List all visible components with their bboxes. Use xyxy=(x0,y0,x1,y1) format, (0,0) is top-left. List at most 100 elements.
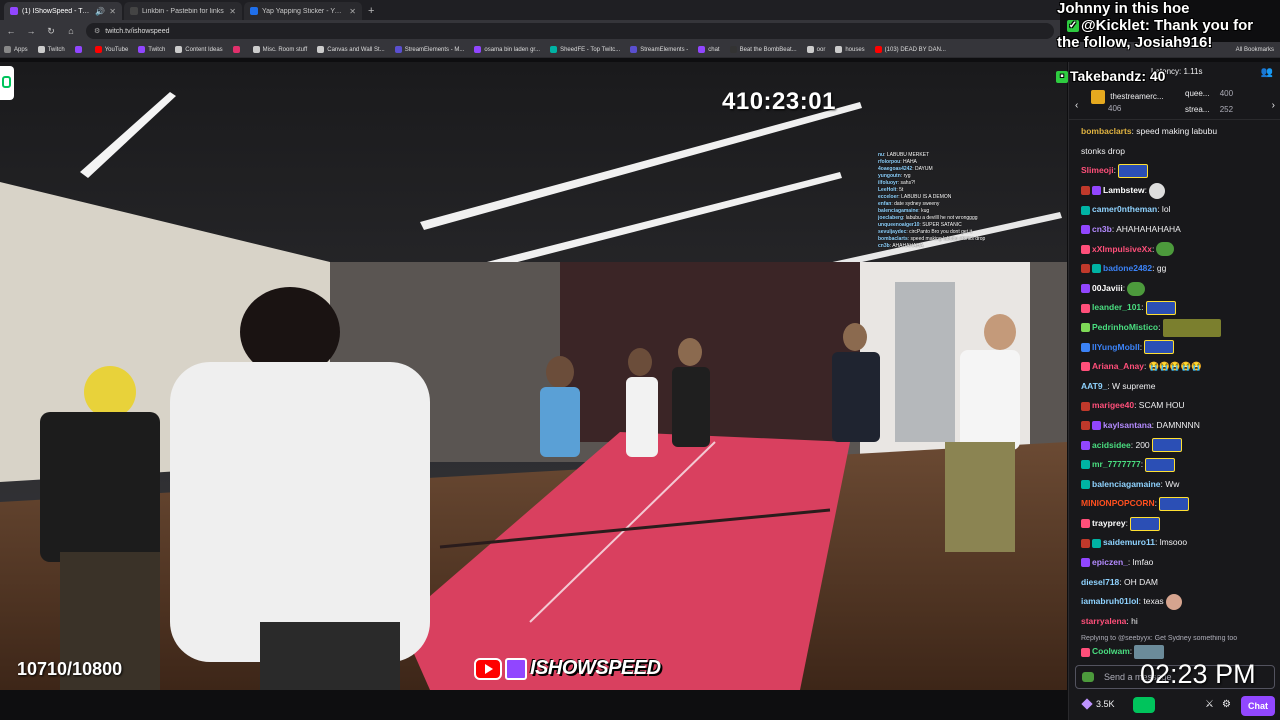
browser-tab-twitch[interactable]: (1) IShowSpeed - Twitch 🔊 ✕ xyxy=(4,2,122,20)
sidebar-expand-button[interactable] xyxy=(0,66,14,100)
user-badge-icon[interactable] xyxy=(1092,421,1101,431)
user-badge-icon[interactable] xyxy=(1081,244,1090,254)
emote-picker-icon[interactable] xyxy=(1082,672,1094,682)
chat-message[interactable]: iamabruh01lol: texas xyxy=(1081,592,1275,612)
user-badge-icon[interactable] xyxy=(1081,647,1090,657)
chevron-left-icon[interactable]: ‹ xyxy=(1075,100,1078,111)
face-emote-icon[interactable] xyxy=(1165,594,1182,610)
bookmark-item[interactable]: chat xyxy=(698,46,720,53)
chat-message[interactable]: mr_7777777: xyxy=(1081,455,1275,475)
chat-username[interactable]: marigee40 xyxy=(1092,400,1134,410)
pepe-emote-icon[interactable] xyxy=(1129,516,1160,531)
new-tab-icon[interactable]: + xyxy=(368,2,374,20)
url-field[interactable]: ⚙ twitch.tv/ishowspeed xyxy=(86,23,1054,39)
chat-username[interactable]: bombaclarts xyxy=(1081,126,1132,136)
browser-tab-yap[interactable]: Yap Yapping Sticker - Yap Yapp ✕ xyxy=(244,2,362,20)
reload-icon[interactable]: ↻ xyxy=(46,26,56,37)
chat-username[interactable]: kaylsantana xyxy=(1103,420,1152,430)
chat-username[interactable]: Slimeoji xyxy=(1081,165,1114,175)
chat-username[interactable]: diesel718 xyxy=(1081,577,1119,587)
pepe-emote-icon[interactable] xyxy=(1117,163,1148,178)
video-player[interactable]: nu: LABUBU MERKET rfolorpou: HAHA 4oaegoas… xyxy=(0,62,1067,690)
chat-message[interactable]: leander_101: xyxy=(1081,298,1275,318)
chat-message[interactable]: acidsidee: 200 xyxy=(1081,436,1275,456)
chat-message[interactable]: starryalena: hi xyxy=(1081,612,1275,632)
chat-username[interactable]: PedrinhoMistico xyxy=(1092,322,1158,332)
user-badge-icon[interactable] xyxy=(1081,264,1090,274)
pepe-emote-icon[interactable] xyxy=(1151,438,1182,453)
bookmark-item[interactable]: Apps xyxy=(4,46,28,53)
chat-username[interactable]: balenciagamaine xyxy=(1092,479,1161,489)
bookmark-item[interactable]: Twitch xyxy=(37,46,65,53)
pepe-emote-icon[interactable] xyxy=(1159,497,1190,512)
chat-message[interactable]: AAT9_: W supreme xyxy=(1081,377,1275,397)
speaker-icon[interactable]: 🔊 xyxy=(95,7,105,16)
user-badge-icon[interactable] xyxy=(1081,284,1090,293)
chat-message[interactable]: balenciagamaine: Ww xyxy=(1081,475,1275,495)
chat-message[interactable]: IIYungMobII: xyxy=(1081,338,1275,358)
user-badge-icon[interactable] xyxy=(1081,401,1090,411)
bookmark-item[interactable]: StreamElements - M... xyxy=(394,46,464,53)
chat-username[interactable]: camer0ntheman xyxy=(1092,204,1157,214)
bookmark-item[interactable]: Misc. Room stuff xyxy=(252,46,307,53)
user-badge-icon[interactable] xyxy=(1081,421,1090,431)
chat-username[interactable]: trayprey xyxy=(1092,518,1126,528)
chat-message[interactable]: MINIONPOPCORN: xyxy=(1081,494,1275,514)
chat-message[interactable]: stonks drop xyxy=(1081,142,1275,162)
forward-icon[interactable]: → xyxy=(26,26,36,36)
chat-message[interactable]: Ariana_Anay: 😭😭😭😭😭 xyxy=(1081,357,1275,377)
chat-message[interactable]: camer0ntheman: lol xyxy=(1081,200,1275,220)
chat-message[interactable]: PedrinhoMistico: xyxy=(1081,318,1275,338)
user-badge-icon[interactable] xyxy=(1081,362,1090,372)
user-badge-icon[interactable] xyxy=(1081,558,1090,568)
user-badge-icon[interactable] xyxy=(1081,479,1090,489)
chat-message[interactable]: cn3b: AHAHAHAHAHA xyxy=(1081,220,1275,240)
chat-username[interactable]: epiczen_ xyxy=(1092,557,1128,567)
bookmark-item[interactable]: houses xyxy=(835,46,865,53)
frog-emote-icon[interactable] xyxy=(1156,242,1175,257)
chat-message[interactable]: bombaclarts: speed making labubu xyxy=(1081,122,1275,142)
chat-message[interactable]: trayprey: xyxy=(1081,514,1275,534)
chat-message-list[interactable]: bombaclarts: speed making labubu stonks d… xyxy=(1069,122,1280,667)
mod-icon[interactable]: ⚔ xyxy=(1205,699,1214,710)
home-icon[interactable]: ⌂ xyxy=(66,26,76,36)
chat-username[interactable]: iamabruh01lol xyxy=(1081,596,1139,606)
chat-message[interactable]: xXImpulsiveXx: xyxy=(1081,240,1275,260)
chat-username[interactable]: badone2482 xyxy=(1103,263,1152,273)
chat-message[interactable]: marigee40: SCAM HOU xyxy=(1081,396,1275,416)
settings-icon[interactable]: ⚙ xyxy=(1222,699,1231,710)
bookmark-item[interactable] xyxy=(232,46,243,53)
pepe-emote-icon[interactable] xyxy=(1145,301,1176,316)
bookmark-item[interactable]: Canvas and Wall St... xyxy=(317,46,385,53)
user-badge-icon[interactable] xyxy=(1081,342,1090,352)
chat-username[interactable]: 00Javiii xyxy=(1092,283,1123,293)
chat-username[interactable]: cn3b xyxy=(1092,224,1112,234)
close-tab-icon[interactable]: ✕ xyxy=(229,7,236,16)
bookmark-item[interactable]: StreamElements - xyxy=(630,46,688,53)
user-badge-icon[interactable] xyxy=(1081,519,1090,529)
gift-button[interactable] xyxy=(1133,697,1155,713)
bookmark-item[interactable]: YouTube xyxy=(94,46,128,53)
user-badge-icon[interactable] xyxy=(1081,440,1090,450)
user-badge-icon[interactable] xyxy=(1081,186,1090,196)
user-badge-icon[interactable] xyxy=(1092,538,1101,548)
chat-username[interactable]: AAT9_ xyxy=(1081,381,1107,391)
user-badge-icon[interactable] xyxy=(1081,460,1090,470)
bookmark-item[interactable]: oor xyxy=(806,46,825,53)
bookmark-item[interactable]: osama bin laden gr... xyxy=(474,46,540,53)
bookmark-item[interactable] xyxy=(74,46,85,53)
gift-leader-3[interactable]: strea... 252 xyxy=(1185,105,1233,114)
bookmark-item[interactable]: Beat the BombBeat... xyxy=(729,46,797,53)
chat-username[interactable]: Ariana_Anay xyxy=(1092,361,1144,371)
pepe-emote-icon[interactable] xyxy=(1144,340,1175,355)
chat-username[interactable]: leander_101 xyxy=(1092,302,1141,312)
pic-emote-icon[interactable] xyxy=(1162,318,1221,337)
chat-message[interactable]: kaylsantana: DAMNNNN xyxy=(1081,416,1275,436)
user-badge-icon[interactable] xyxy=(1092,264,1101,274)
user-badge-icon[interactable] xyxy=(1092,186,1101,196)
channel-points[interactable]: 3.5K xyxy=(1081,698,1115,710)
chat-message[interactable]: badone2482: gg xyxy=(1081,259,1275,279)
chat-username[interactable]: mr_7777777 xyxy=(1092,459,1141,469)
user-badge-icon[interactable] xyxy=(1081,205,1090,215)
chat-message[interactable]: diesel718: OH DAM xyxy=(1081,573,1275,593)
